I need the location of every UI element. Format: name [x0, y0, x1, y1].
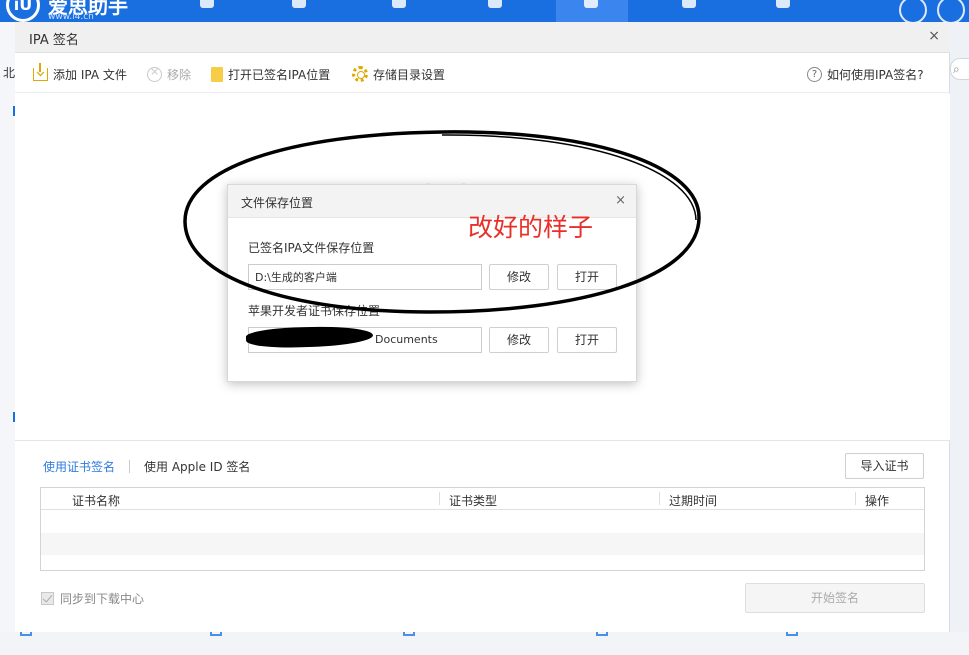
nav-games-icon[interactable] — [292, 0, 306, 8]
background-bottom-bar — [0, 632, 969, 655]
open-signed-location-label: 打开已签名IPA位置 — [228, 67, 331, 82]
app-logo-icon: iU — [6, 0, 40, 22]
nav-wallpapers-icon[interactable] — [488, 0, 502, 8]
toolbar: 添加 IPA 文件 移除 打开已签名IPA位置 存储目录设置 ? 如何使用IPA… — [15, 53, 950, 93]
certificate-table: 证书名称 证书类型 过期时间 操作 — [40, 487, 925, 571]
folder-icon — [211, 66, 223, 82]
open-signed-location-button[interactable]: 打开已签名IPA位置 — [211, 65, 330, 83]
cert-save-path-text: Documents — [375, 333, 438, 346]
storage-settings-button[interactable]: 存储目录设置 — [352, 65, 445, 83]
nav-more-icon[interactable] — [776, 0, 790, 8]
background-search-icon[interactable]: ⌕ — [950, 58, 969, 80]
table-row — [41, 533, 924, 555]
background-right-strip — [950, 22, 969, 655]
help-label: 如何使用IPA签名? — [827, 67, 924, 82]
nav-toolbox-icon — [584, 0, 598, 8]
background-left-strip: 北 — [0, 22, 16, 632]
window-close-icon[interactable]: × — [928, 28, 940, 44]
app-header: iU 爱思助手 www.i4.cn — [0, 0, 969, 22]
help-icon: ? — [807, 66, 822, 82]
checkbox-icon — [41, 592, 54, 605]
app-logo-url: www.i4.cn — [48, 12, 94, 22]
remove-label: 移除 — [167, 67, 192, 82]
column-separator — [659, 492, 660, 505]
section-divider — [15, 440, 950, 441]
remove-icon — [147, 65, 162, 82]
annotation-ellipse — [183, 130, 701, 314]
add-file-icon — [33, 62, 48, 81]
add-ipa-button[interactable]: 添加 IPA 文件 — [33, 62, 127, 83]
import-certificate-button[interactable]: 导入证书 — [845, 453, 924, 479]
window-title: IPA 签名 — [29, 33, 79, 48]
sync-download-checkbox[interactable]: 同步到下载中心 — [41, 590, 144, 607]
table-header: 证书名称 证书类型 过期时间 操作 — [41, 488, 924, 510]
table-row — [41, 511, 924, 533]
nav-flash-icon[interactable] — [682, 0, 696, 8]
storage-settings-label: 存储目录设置 — [373, 67, 446, 82]
nav-toolbox-tab[interactable] — [556, 0, 628, 22]
nav-apps-icon[interactable] — [200, 0, 214, 8]
sign-method-tabs: 使用证书签名 使用 Apple ID 签名 — [43, 458, 250, 474]
column-separator — [439, 492, 440, 505]
tab-separator — [129, 459, 131, 473]
user-icon[interactable] — [937, 0, 965, 22]
gear-icon — [352, 66, 368, 82]
column-actions: 操作 — [865, 494, 890, 508]
column-separator — [855, 492, 856, 505]
sync-download-label: 同步到下载中心 — [60, 592, 145, 606]
remove-button[interactable]: 移除 — [147, 65, 191, 83]
tab-apple-id-sign[interactable]: 使用 Apple ID 签名 — [144, 458, 250, 475]
help-link[interactable]: ? 如何使用IPA签名? — [807, 65, 924, 83]
start-sign-button[interactable]: 开始签名 — [745, 583, 925, 613]
background-left-label: 北 — [3, 66, 16, 80]
cert-modify-button[interactable]: 修改 — [489, 327, 549, 353]
cert-open-button[interactable]: 打开 — [557, 327, 617, 353]
annotation-text: 改好的样子 — [468, 213, 594, 242]
add-ipa-label: 添加 IPA 文件 — [53, 67, 127, 82]
window-titlebar: IPA 签名 × — [15, 22, 950, 53]
column-cert-type: 证书类型 — [449, 494, 498, 508]
column-cert-name: 证书名称 — [72, 494, 121, 508]
download-icon[interactable] — [899, 0, 927, 22]
tab-certificate-sign[interactable]: 使用证书签名 — [43, 458, 115, 475]
nav-ringtones-icon[interactable] — [392, 0, 406, 8]
column-expiry: 过期时间 — [669, 494, 718, 508]
